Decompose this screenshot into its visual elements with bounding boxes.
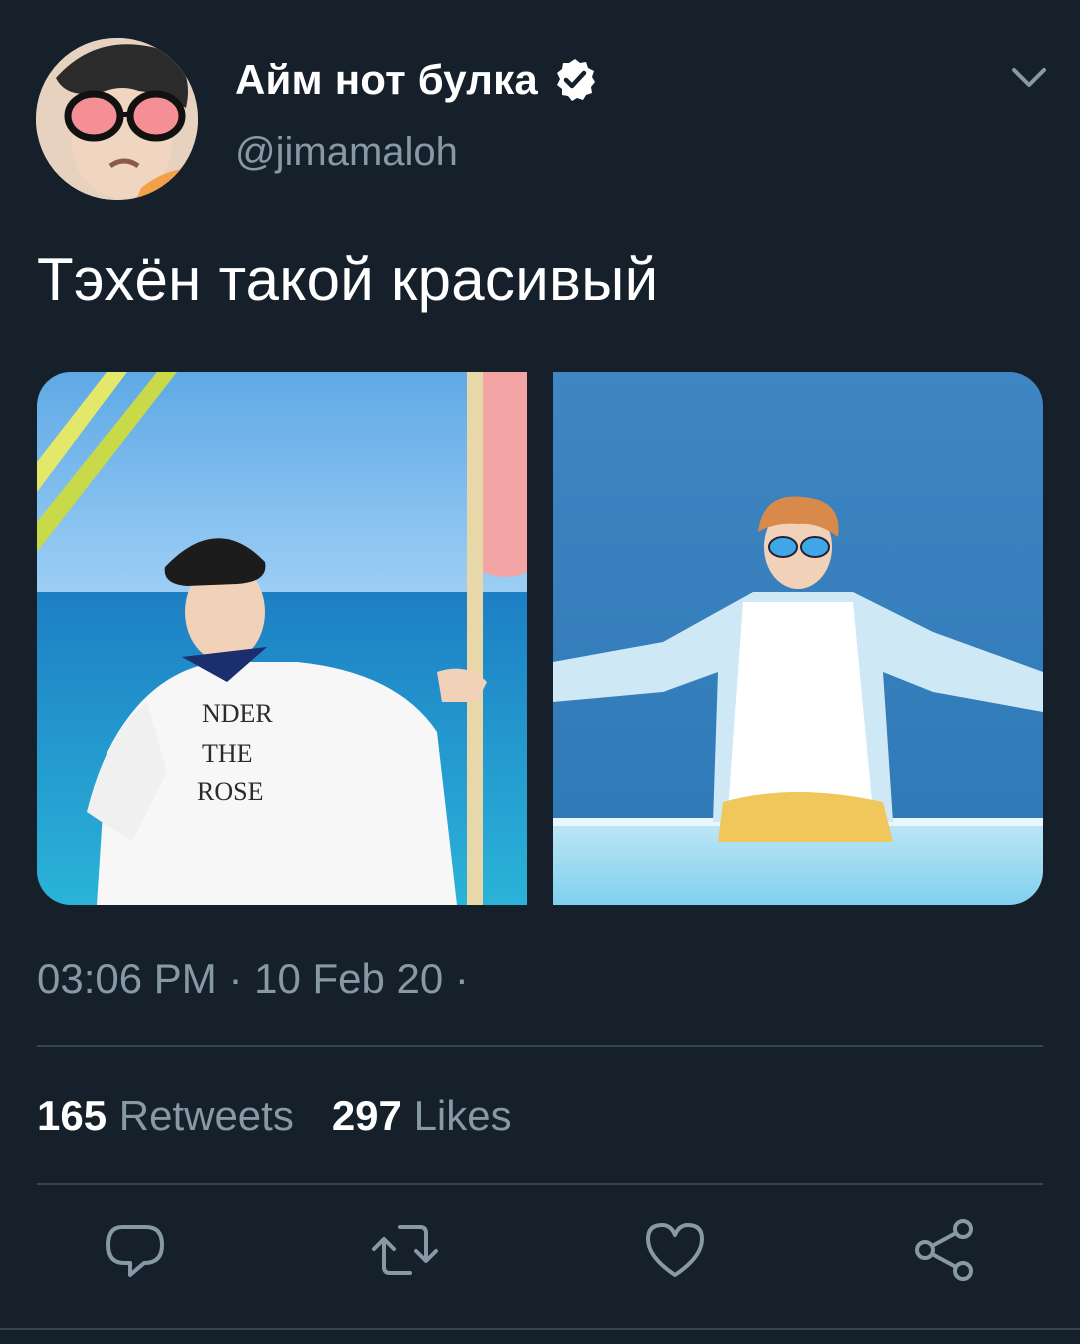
retweet-icon [372, 1225, 438, 1275]
retweet-button[interactable] [370, 1215, 440, 1285]
shirt-text-1: NDER [202, 699, 273, 728]
tweet-image-1[interactable]: NDER THE ROSE [37, 372, 527, 905]
like-button[interactable] [640, 1215, 710, 1285]
tweet-card: Айм нот булка @jimamaloh Тэхён такой кра… [0, 0, 1080, 1344]
retweets-count: 165 [37, 1092, 108, 1139]
retweets-stat[interactable]: 165 Retweets [37, 1092, 294, 1140]
tweet-actions [0, 1215, 1080, 1295]
divider [0, 1328, 1080, 1330]
reply-button[interactable] [100, 1215, 170, 1285]
divider [37, 1045, 1043, 1047]
shirt-text-2: THE [202, 739, 253, 768]
avatar[interactable] [36, 38, 198, 200]
shirt-text-3: ROSE [197, 777, 263, 806]
divider [37, 1183, 1043, 1185]
tweet-timestamp[interactable]: 03:06 PM · 10 Feb 20 · [37, 955, 469, 1003]
likes-stat[interactable]: 297 Likes [332, 1092, 512, 1140]
likes-label: Likes [413, 1092, 512, 1139]
chevron-down-icon[interactable] [1004, 58, 1054, 98]
tweet-text: Тэхён такой красивый [37, 246, 659, 313]
reply-icon [106, 1225, 164, 1277]
tweet-stats: 165 Retweets 297 Likes [37, 1092, 512, 1140]
retweets-label: Retweets [118, 1092, 294, 1139]
heart-icon [646, 1223, 704, 1277]
author-name-row[interactable]: Айм нот булка [235, 56, 598, 104]
verified-badge-icon [556, 59, 595, 101]
share-button[interactable] [910, 1215, 980, 1285]
author-display-name[interactable]: Айм нот булка [235, 56, 538, 104]
tweet-image-2[interactable] [553, 372, 1043, 905]
likes-count: 297 [331, 1092, 402, 1139]
share-icon [915, 1219, 973, 1281]
author-handle[interactable]: @jimamaloh [235, 130, 458, 175]
